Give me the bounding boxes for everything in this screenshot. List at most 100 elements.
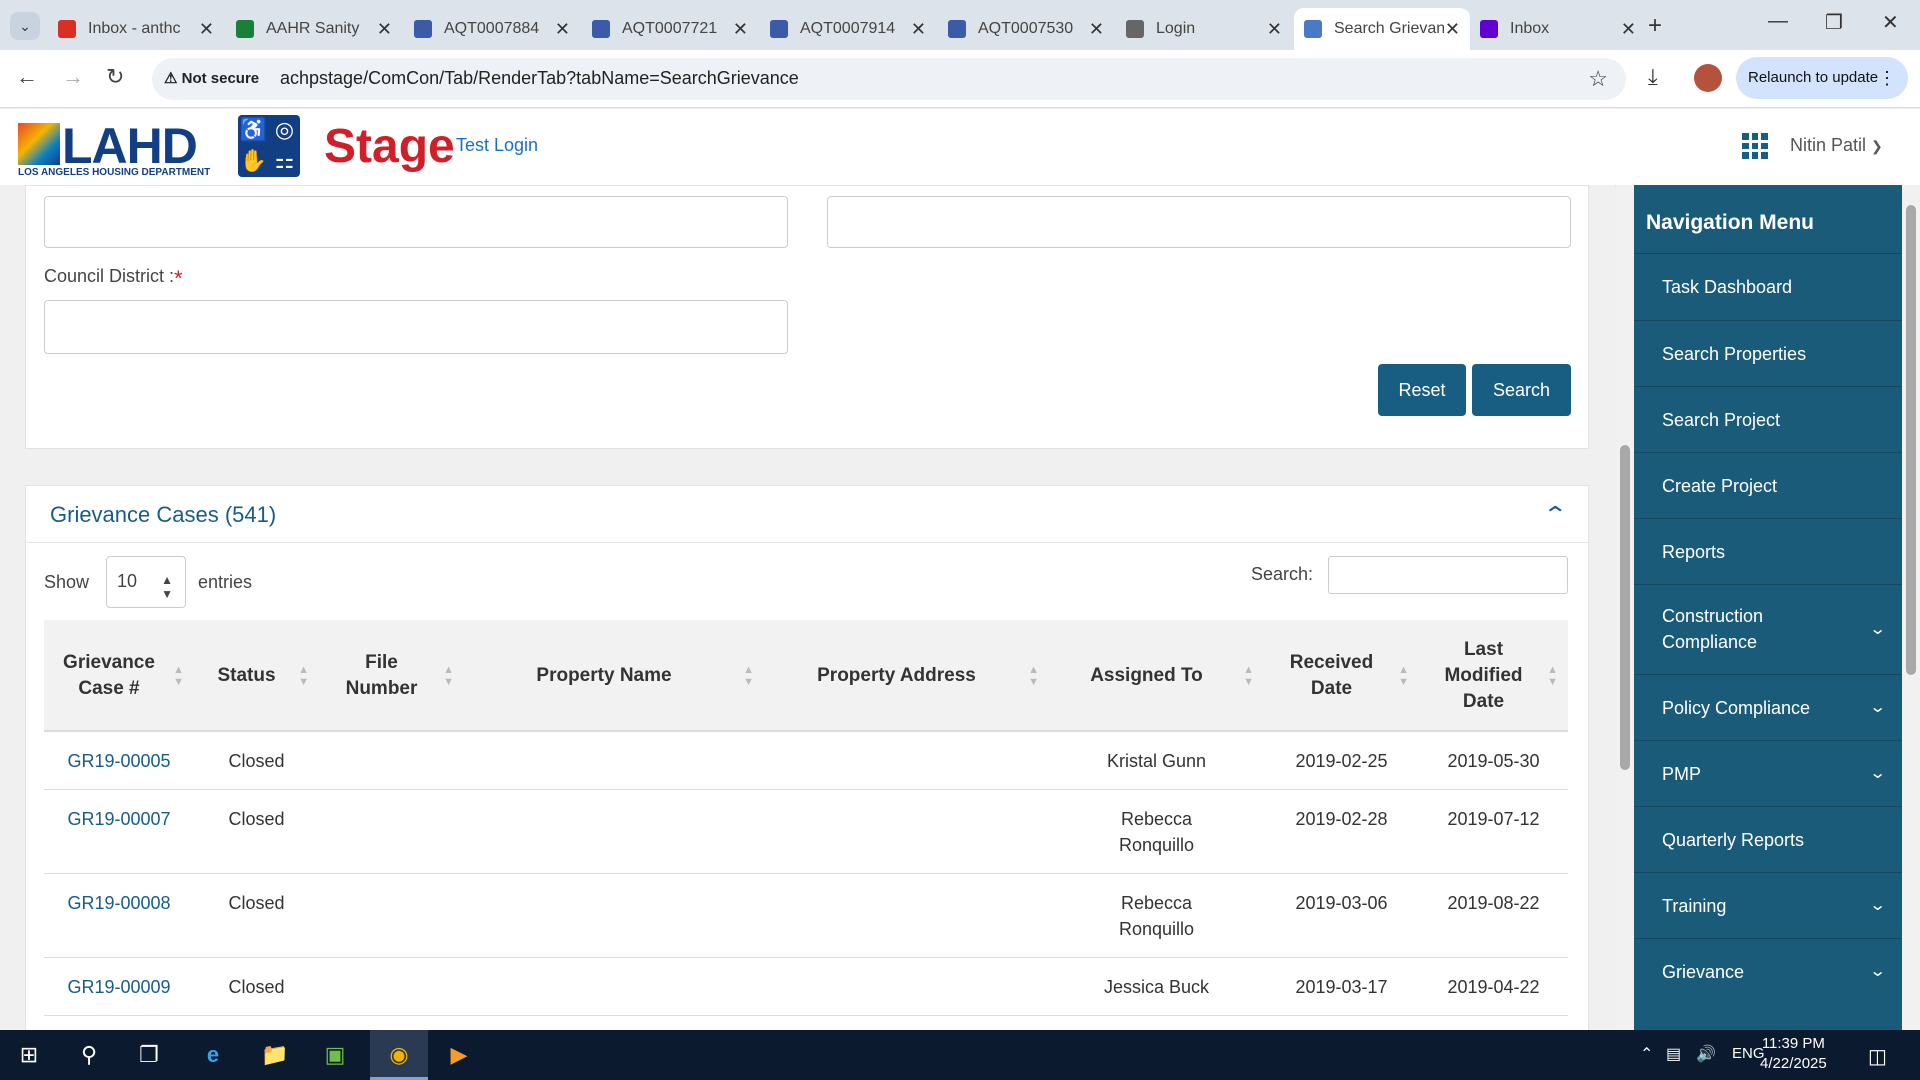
restore-icon[interactable]: ❐ <box>1825 10 1843 35</box>
volume-icon[interactable]: 🔊 <box>1696 1044 1716 1064</box>
tab-1[interactable]: AAHR Sanity ✕ <box>226 8 402 50</box>
close-tab-icon[interactable]: ✕ <box>555 19 570 40</box>
tab-8[interactable]: Inbox ✕ <box>1470 8 1646 50</box>
chrome-icon[interactable]: ◉ <box>370 1030 428 1080</box>
close-tab-icon[interactable]: ✕ <box>199 19 214 40</box>
search-form-panel: Council District :* Reset Search <box>25 185 1589 449</box>
column-header[interactable]: Property Name ▲ ▼ <box>464 620 764 732</box>
minimize-icon[interactable]: — <box>1768 10 1788 33</box>
case-number-link[interactable]: GR19-00009 <box>44 974 194 1000</box>
council-district-input[interactable] <box>44 300 788 354</box>
close-tab-icon[interactable]: ✕ <box>1445 19 1460 40</box>
task-view-icon[interactable]: ❐ <box>120 1030 178 1080</box>
tab-5[interactable]: AQT0007530 ✕ <box>938 8 1114 50</box>
nav-item[interactable]: Reports <box>1634 518 1902 584</box>
page-scrollbar[interactable] <box>1616 185 1634 1030</box>
tab-4[interactable]: AQT0007914 ✕ <box>760 8 936 50</box>
close-tab-icon[interactable]: ✕ <box>733 19 748 40</box>
sort-icon: ▲ ▼ <box>298 664 309 688</box>
test-login-link[interactable]: Test Login <box>456 135 538 156</box>
tab-title: Login <box>1156 20 1196 37</box>
nav-item[interactable]: Grievance ⌄ <box>1634 938 1902 1004</box>
windows-start-icon[interactable]: ⊞ <box>0 1030 58 1080</box>
column-header[interactable]: Grievance Case # ▲ ▼ <box>44 620 194 732</box>
tab-0[interactable]: Inbox - anthc ✕ <box>48 8 224 50</box>
column-header[interactable]: Assigned To ▲ ▼ <box>1049 620 1264 732</box>
app-icon[interactable]: ▣ <box>306 1030 364 1080</box>
search-field-2[interactable] <box>827 196 1571 248</box>
chevron-down-icon: ⌄ <box>1868 699 1887 716</box>
tab-search-button[interactable]: ⌄ <box>10 12 40 40</box>
close-tab-icon[interactable]: ✕ <box>1267 19 1282 40</box>
column-header[interactable]: File Number ▲ ▼ <box>319 620 464 732</box>
tab-title: Inbox <box>1510 20 1550 37</box>
close-tab-icon[interactable]: ✕ <box>1621 19 1636 40</box>
table-cell: 2019-07-12 <box>1447 809 1540 829</box>
new-tab-button[interactable]: + <box>1648 12 1662 40</box>
column-header[interactable]: Property Address ▲ ▼ <box>764 620 1049 732</box>
tab-title: Inbox - anthc <box>88 20 181 37</box>
case-number-link[interactable]: GR19-00005 <box>44 748 194 774</box>
more-menu-icon[interactable]: ⋮ <box>1878 57 1896 99</box>
internet-explorer-icon[interactable]: e <box>184 1030 242 1080</box>
reload-icon[interactable]: ↻ <box>106 64 124 90</box>
tab-6[interactable]: Login ✕ <box>1116 8 1292 50</box>
nav-item[interactable]: Quarterly Reports <box>1634 806 1902 872</box>
scrollbar-thumb[interactable] <box>1620 445 1630 770</box>
nav-item[interactable]: Construction Compliance ⌄ <box>1634 584 1902 674</box>
back-arrow-icon[interactable]: ← <box>16 64 38 90</box>
tab-2[interactable]: AQT0007884 ✕ <box>404 8 580 50</box>
nav-item[interactable]: Training ⌄ <box>1634 872 1902 938</box>
case-number-link[interactable]: GR19-00007 <box>44 806 194 832</box>
case-number-link[interactable]: GR19-00008 <box>44 890 194 916</box>
table-row: GR19-00005 Closed Kristal Gunn 2019-02-25 20… <box>44 732 1568 790</box>
page-length-select[interactable]: 10 ▲ ▼ <box>106 556 186 608</box>
chevron-up-tray-icon[interactable]: ⌃ <box>1640 1044 1653 1064</box>
nav-item[interactable]: Policy Compliance ⌄ <box>1634 674 1902 740</box>
nav-scrollbar[interactable] <box>1902 185 1920 1030</box>
column-header-label: Assigned To <box>1090 665 1203 686</box>
forward-arrow-icon[interactable]: → <box>62 64 84 90</box>
file-explorer-icon[interactable]: 📁 <box>246 1030 304 1080</box>
column-header[interactable]: Received Date ▲ ▼ <box>1264 620 1419 732</box>
search-button[interactable]: Search <box>1472 364 1571 416</box>
close-tab-icon[interactable]: ✕ <box>1089 19 1104 40</box>
column-header-label: Last Modified Date <box>1444 639 1523 712</box>
nav-scrollbar-thumb[interactable] <box>1906 205 1916 675</box>
bookmark-star-icon[interactable]: ☆ <box>1588 66 1608 92</box>
address-bar[interactable]: ⚠ Not secure achpstage/ComCon/Tab/Render… <box>152 58 1626 100</box>
nav-item[interactable]: PMP ⌄ <box>1634 740 1902 806</box>
notifications-icon[interactable]: ◫ <box>1868 1044 1887 1069</box>
chevron-up-icon[interactable]: ⌃ <box>1542 502 1568 528</box>
globe-icon <box>1126 20 1144 38</box>
tab-3[interactable]: AQT0007721 ✕ <box>582 8 758 50</box>
browser-toolbar: ← → ↻ ⚠ Not secure achpstage/ComCon/Tab/… <box>0 50 1920 108</box>
not-secure-badge[interactable]: ⚠ Not secure <box>164 69 259 87</box>
network-icon[interactable]: ▤ <box>1666 1044 1681 1064</box>
user-menu[interactable]: Nitin Patil ❯ <box>1790 135 1883 156</box>
search-field-1[interactable] <box>44 196 788 248</box>
nav-item[interactable]: Task Dashboard <box>1634 253 1902 320</box>
clock[interactable]: 11:39 PM 4/22/2025 <box>1760 1034 1827 1074</box>
column-header[interactable]: Status ▲ ▼ <box>194 620 319 732</box>
profile-avatar[interactable] <box>1694 64 1722 92</box>
nav-item[interactable]: Create Project <box>1634 452 1902 518</box>
search-icon[interactable]: ⚲ <box>60 1030 118 1080</box>
table-search-input[interactable] <box>1328 556 1568 594</box>
lahd-logo[interactable]: LAHD LOS ANGELES HOUSING DEPARTMENT <box>18 118 214 178</box>
nav-item[interactable]: Search Properties <box>1634 320 1902 386</box>
tab-7[interactable]: Search Grievance✕ <box>1294 8 1470 50</box>
close-tab-icon[interactable]: ✕ <box>911 19 926 40</box>
apps-grid-icon[interactable] <box>1742 133 1768 159</box>
nav-item-label: Search Project <box>1662 410 1781 430</box>
url-text[interactable]: achpstage/ComCon/Tab/RenderTab?tabName=S… <box>280 68 799 89</box>
close-window-icon[interactable]: ✕ <box>1882 10 1899 35</box>
close-tab-icon[interactable]: ✕ <box>377 19 392 40</box>
media-player-icon[interactable]: ▶ <box>430 1030 488 1080</box>
download-icon[interactable]: ⤓ <box>1648 64 1658 90</box>
relaunch-button[interactable]: Relaunch to update ⋮ <box>1736 57 1908 99</box>
column-header[interactable]: Last Modified Date ▲ ▼ <box>1419 620 1568 732</box>
nav-item[interactable]: Search Project <box>1634 386 1902 452</box>
reset-button[interactable]: Reset <box>1378 364 1466 416</box>
tab-title: Search Grievance <box>1334 20 1444 37</box>
